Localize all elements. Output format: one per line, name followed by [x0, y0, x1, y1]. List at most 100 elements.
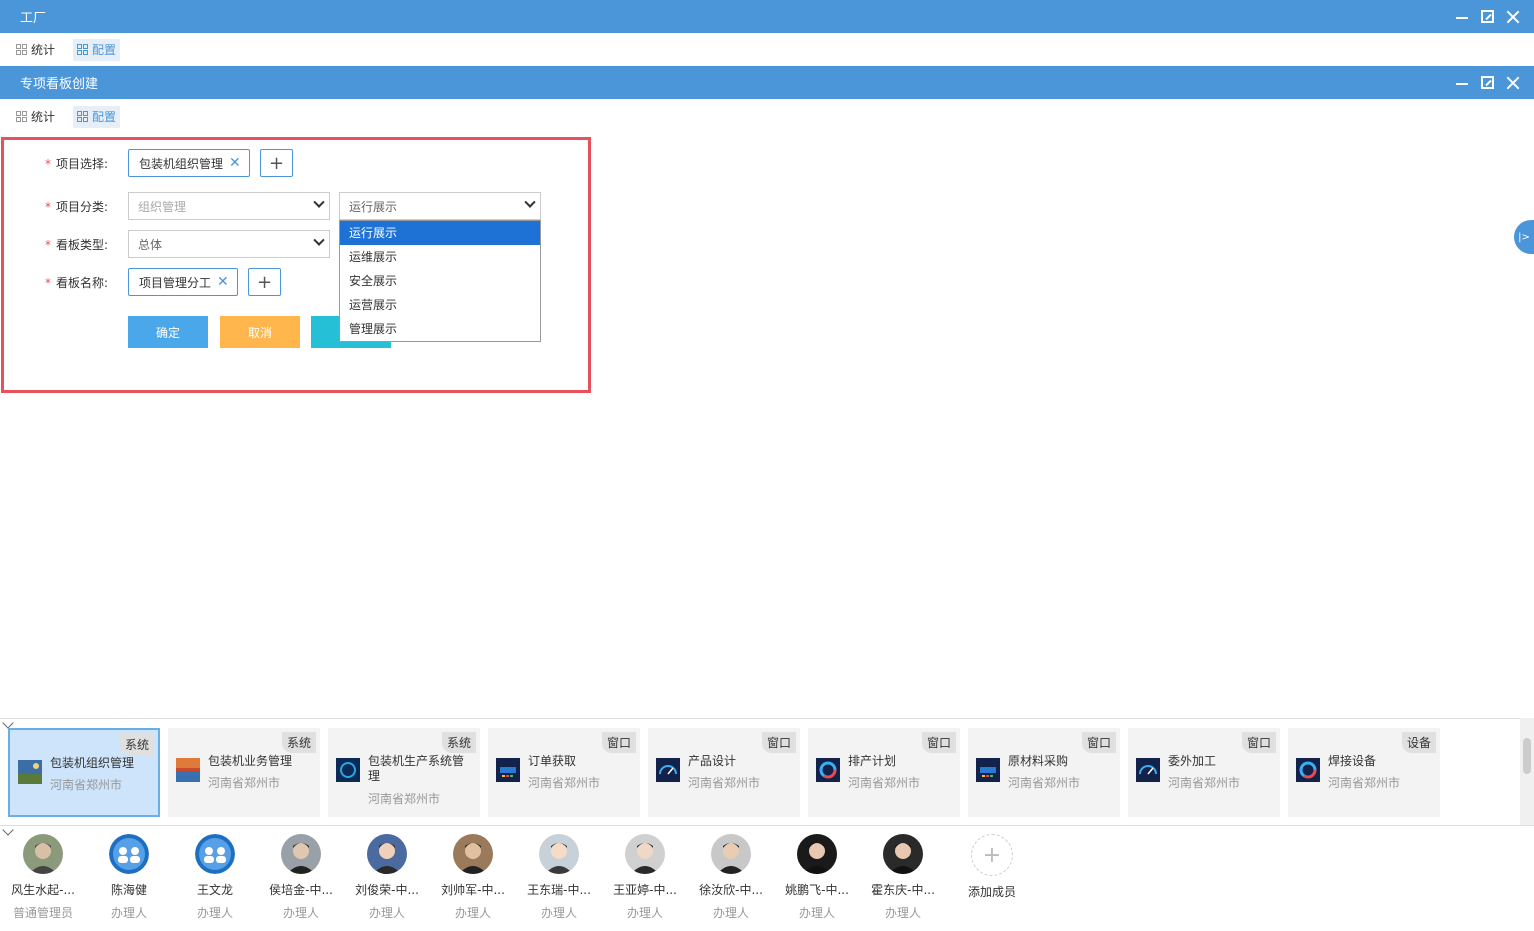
- card-location: 河南省郑州市: [848, 776, 921, 790]
- tab-config[interactable]: 配置: [73, 105, 121, 128]
- member-name: 徐汝欣-中...: [699, 883, 763, 897]
- project-card[interactable]: 窗口 委外加工 河南省郑州市: [1128, 728, 1280, 817]
- card-location: 河南省郑州市: [50, 778, 123, 792]
- card-title: 包装机组织管理: [50, 756, 135, 770]
- category-secondary-select[interactable]: 运行展示: [339, 192, 541, 220]
- member-item[interactable]: 侯培金-中... 办理人: [258, 834, 344, 921]
- card-thumbnail-icon: [496, 758, 520, 782]
- add-project-button[interactable]: +: [260, 149, 293, 177]
- remove-tag-icon[interactable]: ✕: [229, 155, 241, 171]
- member-item[interactable]: 王东瑞-中... 办理人: [516, 834, 602, 921]
- cancel-button[interactable]: 取消: [220, 316, 300, 348]
- member-role: 办理人: [798, 906, 835, 920]
- chevron-down-icon[interactable]: [2, 717, 14, 729]
- dropdown-option[interactable]: 运营展示: [340, 293, 540, 317]
- dropdown-option[interactable]: 管理展示: [340, 317, 540, 341]
- card-title: 订单获取: [528, 754, 577, 768]
- avatar: [281, 834, 321, 874]
- card-thumbnail-icon: [18, 760, 42, 784]
- dropdown-option[interactable]: 运维展示: [340, 245, 540, 269]
- tab-statistics[interactable]: 统计: [12, 106, 59, 128]
- project-card[interactable]: 系统 包装机业务管理 河南省郑州市: [168, 728, 320, 817]
- grid-icon: [77, 111, 89, 122]
- card-badge: 窗口: [761, 732, 796, 753]
- member-role: 办理人: [196, 906, 233, 920]
- card-title: 包装机生产系统管理: [368, 754, 465, 783]
- confirm-button[interactable]: 确定: [128, 316, 208, 348]
- project-card[interactable]: 系统 包装机生产系统管理 河南省郑州市: [328, 728, 480, 817]
- tab-statistics[interactable]: 统计: [12, 39, 59, 61]
- project-card[interactable]: 窗口 产品设计 河南省郑州市: [648, 728, 800, 817]
- window-titlebar-factory: 工厂: [0, 0, 1534, 33]
- plus-icon: +: [971, 834, 1013, 876]
- category-primary-select[interactable]: 组织管理: [128, 192, 330, 220]
- close-icon[interactable]: [1506, 10, 1520, 24]
- tab-config[interactable]: 配置: [73, 38, 121, 61]
- card-location: 河南省郑州市: [528, 776, 601, 790]
- project-tag: 包装机组织管理 ✕: [128, 149, 250, 177]
- chevron-down-icon: [313, 196, 325, 208]
- member-item[interactable]: 风生水起-... 普通管理员: [0, 834, 86, 921]
- member-item[interactable]: 刘帅军-中... 办理人: [430, 834, 516, 921]
- maximize-icon[interactable]: [1481, 76, 1494, 89]
- tag-label: 包装机组织管理: [139, 156, 224, 171]
- add-board-name-button[interactable]: +: [248, 268, 281, 296]
- add-member-button[interactable]: + 添加成员: [949, 834, 1035, 900]
- member-item[interactable]: 王文龙 办理人: [172, 834, 258, 921]
- card-location: 河南省郑州市: [368, 792, 441, 806]
- scrollbar-thumb[interactable]: [1523, 738, 1531, 774]
- project-card[interactable]: 窗口 订单获取 河南省郑州市: [488, 728, 640, 817]
- form-row-board-name: * 看板名称:: [45, 275, 109, 290]
- avatar: [625, 834, 665, 874]
- avatar: [453, 834, 493, 874]
- member-name: 风生水起-...: [11, 883, 75, 897]
- tab-bar: 统计 配置: [0, 100, 1534, 133]
- avatar: [109, 834, 149, 874]
- minimize-icon[interactable]: [1455, 76, 1469, 90]
- member-role: 办理人: [454, 906, 491, 920]
- avatar: [23, 834, 63, 874]
- chevron-down-icon: [524, 196, 536, 208]
- card-badge: 系统: [119, 734, 154, 755]
- avatar: [195, 834, 235, 874]
- divider: [0, 718, 1534, 719]
- member-role: 办理人: [884, 906, 921, 920]
- card-location: 河南省郑州市: [208, 776, 281, 790]
- card-title: 产品设计: [688, 754, 737, 768]
- member-item[interactable]: 霍东庆-中... 办理人: [860, 834, 946, 921]
- member-item[interactable]: 王亚婷-中... 办理人: [602, 834, 688, 921]
- member-item[interactable]: 姚鹏飞-中... 办理人: [774, 834, 860, 921]
- dropdown-option[interactable]: 安全展示: [340, 269, 540, 293]
- tab-label: 配置: [92, 110, 117, 124]
- member-name: 霍东庆-中...: [871, 883, 935, 897]
- close-icon[interactable]: [1506, 76, 1520, 90]
- project-card[interactable]: 设备 焊接设备 河南省郑州市: [1288, 728, 1440, 817]
- minimize-icon[interactable]: [1455, 10, 1469, 24]
- member-name: 刘俊荣-中...: [355, 883, 419, 897]
- field-label: 项目选择:: [56, 156, 109, 171]
- window-title: 工厂: [20, 11, 47, 26]
- project-card[interactable]: 系统 包装机组织管理 河南省郑州市: [8, 728, 160, 817]
- board-type-select[interactable]: 总体: [128, 230, 330, 258]
- project-card[interactable]: 窗口 排产计划 河南省郑州市: [808, 728, 960, 817]
- avatar: [367, 834, 407, 874]
- card-location: 河南省郑州市: [1328, 776, 1401, 790]
- card-title: 原材料采购: [1008, 754, 1069, 768]
- member-item[interactable]: 陈海健 办理人: [86, 834, 172, 921]
- form-row-project-select: * 项目选择:: [45, 156, 109, 171]
- card-location: 河南省郑州市: [1168, 776, 1241, 790]
- avatar: [539, 834, 579, 874]
- remove-tag-icon[interactable]: ✕: [217, 274, 229, 290]
- grid-icon: [77, 44, 89, 55]
- member-item[interactable]: 徐汝欣-中... 办理人: [688, 834, 774, 921]
- member-role: 办理人: [540, 906, 577, 920]
- plus-icon: +: [256, 271, 273, 293]
- side-panel-toggle[interactable]: |>: [1514, 220, 1534, 254]
- grid-icon: [16, 44, 27, 55]
- maximize-icon[interactable]: [1481, 10, 1494, 23]
- member-item[interactable]: 刘俊荣-中... 办理人: [344, 834, 430, 921]
- member-role: 办理人: [110, 906, 147, 920]
- card-badge: 窗口: [921, 732, 956, 753]
- project-card[interactable]: 窗口 原材料采购 河南省郑州市: [968, 728, 1120, 817]
- dropdown-option[interactable]: 运行展示: [340, 221, 540, 245]
